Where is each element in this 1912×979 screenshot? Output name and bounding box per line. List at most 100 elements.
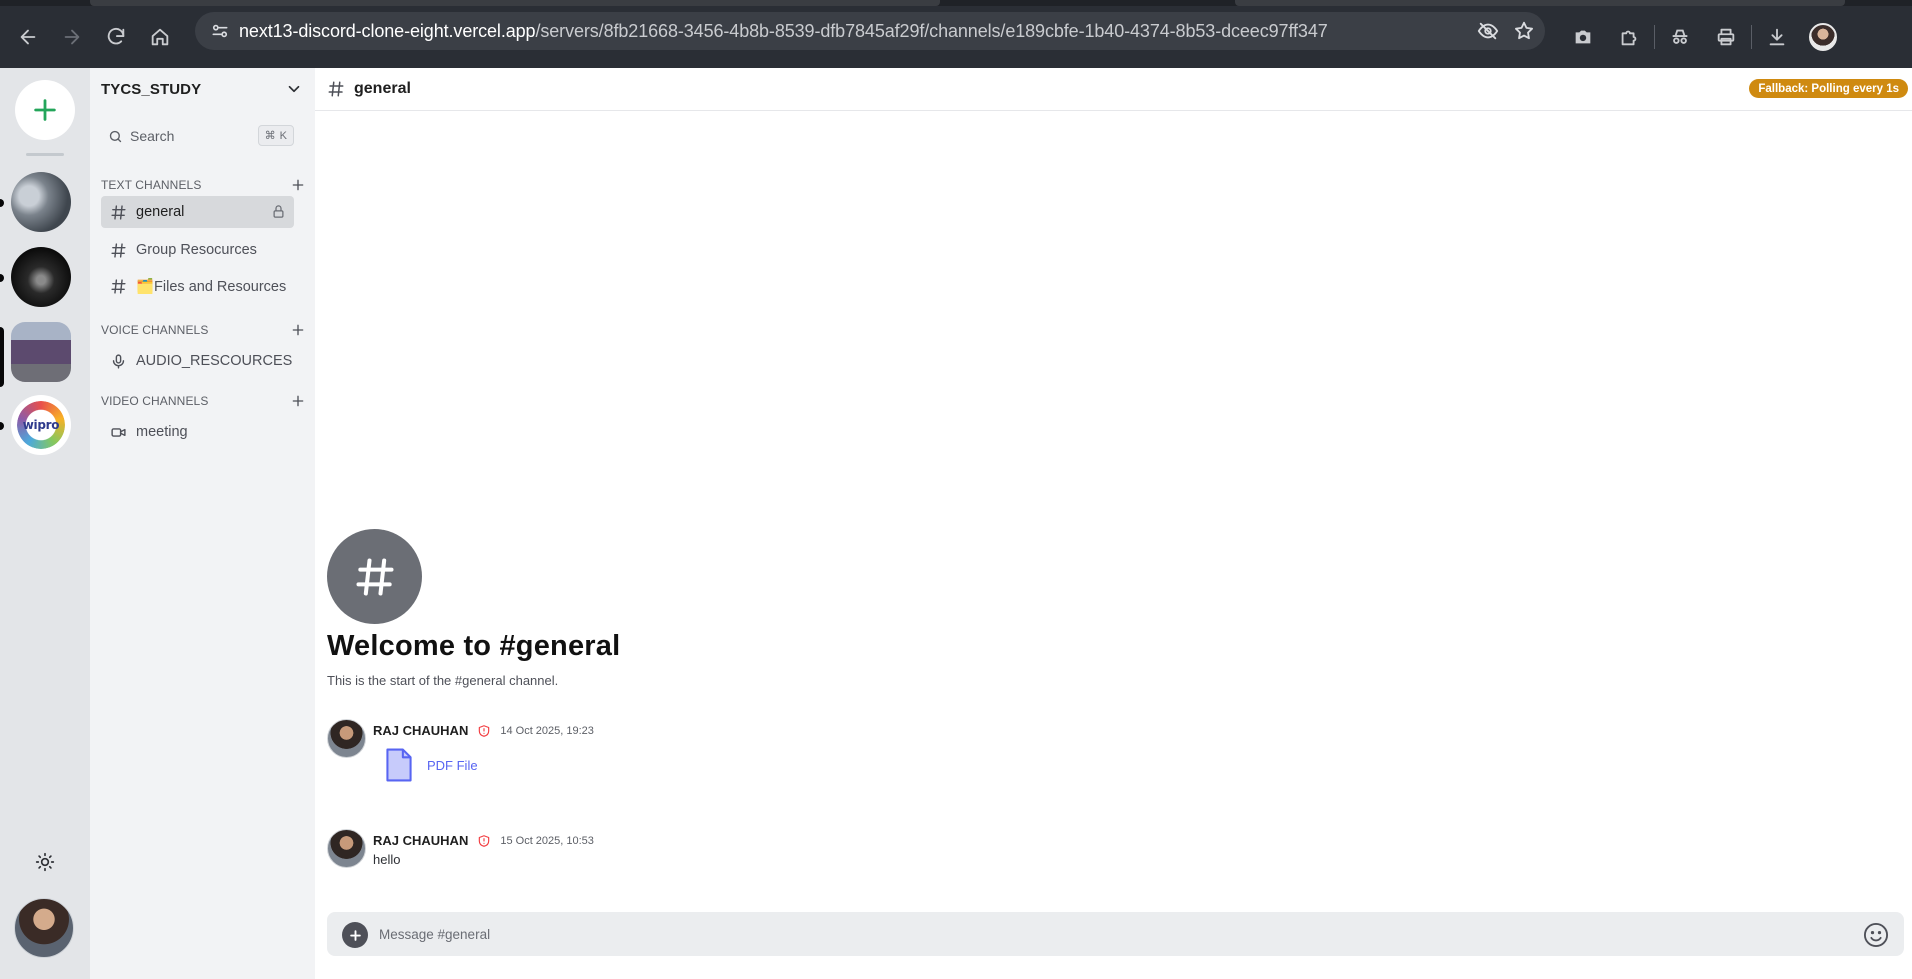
server-active-indicator: [0, 327, 4, 387]
hash-icon: [328, 81, 344, 97]
lock-icon: [273, 205, 284, 218]
server-icon[interactable]: [11, 247, 71, 307]
message-composer: [327, 912, 1904, 956]
video-channels-section: VIDEO CHANNELS: [101, 392, 306, 410]
screenshot-extension-button[interactable]: [1560, 15, 1606, 59]
shield-alert-icon: [479, 834, 490, 847]
server-indicator: [0, 199, 4, 207]
attach-file-button[interactable]: [342, 922, 368, 948]
channel-item-audio-rescources[interactable]: AUDIO_RESCOURCES: [101, 345, 294, 377]
address-bar[interactable]: next13-discord-clone-eight.vercel.app/se…: [195, 12, 1545, 50]
search-label: Search: [130, 128, 175, 144]
fallback-status-badge: Fallback: Polling every 1s: [1749, 79, 1908, 98]
downloads-button[interactable]: [1754, 15, 1800, 59]
server-icon-wipro[interactable]: wipro: [11, 395, 71, 455]
hash-icon: [111, 204, 126, 220]
message-timestamp: 14 Oct 2025, 19:23: [500, 724, 594, 737]
wipro-logo: wipro: [22, 418, 60, 432]
message-header: RAJ CHAUHAN 15 Oct 2025, 10:53: [373, 833, 594, 848]
text-channels-section: TEXT CHANNELS: [101, 176, 306, 194]
welcome-subtitle: This is the start of the #general channe…: [327, 673, 559, 688]
forward-button[interactable]: [50, 15, 94, 59]
channel-item-general[interactable]: general: [101, 196, 294, 228]
channel-item-files-and-resources[interactable]: 🗂️Files and Resources: [101, 270, 294, 302]
chevron-down-icon: [288, 85, 300, 93]
url-host: next13-discord-clone-eight.vercel.app: [239, 20, 536, 41]
section-title: VIDEO CHANNELS: [101, 394, 209, 408]
search-shortcut-badge: ⌘ K: [257, 125, 294, 146]
channel-label: meeting: [136, 424, 188, 440]
server-icon-active[interactable]: [11, 322, 71, 382]
profile-avatar: [1809, 23, 1837, 51]
file-icon: [386, 748, 412, 782]
search-icon: [109, 130, 122, 142]
emoji-smile-icon[interactable]: [1862, 921, 1890, 949]
chat-header: general Fallback: Polling every 1s: [315, 68, 1912, 111]
video-camera-icon: [111, 427, 126, 437]
add-channel-plus-icon[interactable]: [290, 322, 306, 338]
home-button[interactable]: [138, 15, 182, 59]
print-button[interactable]: [1703, 15, 1749, 59]
pdf-attachment-link[interactable]: PDF File: [427, 758, 478, 773]
section-title: VOICE CHANNELS: [101, 323, 209, 337]
server-indicator: [0, 422, 4, 430]
camera-icon: [1575, 30, 1591, 44]
server-icon[interactable]: [11, 172, 71, 232]
back-button[interactable]: [6, 15, 50, 59]
reload-icon: [107, 27, 125, 45]
search-shortcut-key: K: [279, 129, 287, 142]
home-icon: [151, 28, 169, 46]
theme-toggle-button[interactable]: [32, 849, 58, 875]
hash-icon: [111, 242, 126, 258]
star-icon[interactable]: [1513, 20, 1535, 42]
add-server-button[interactable]: [15, 80, 75, 140]
channel-search-button[interactable]: Search ⌘ K: [100, 121, 296, 151]
profile-button[interactable]: [1800, 15, 1846, 59]
message-text: hello: [373, 852, 401, 867]
server-header-button[interactable]: TYCS_STUDY: [90, 68, 315, 110]
welcome-hash-avatar: [327, 529, 422, 624]
shield-alert-icon: [479, 724, 490, 737]
message-item: RAJ CHAUHAN 15 Oct 2025, 10:53 hello: [327, 829, 927, 875]
add-channel-plus-icon[interactable]: [290, 393, 306, 409]
message-author-avatar[interactable]: [327, 719, 366, 758]
tune-icon: [212, 24, 228, 38]
channel-item-meeting[interactable]: meeting: [101, 416, 294, 448]
channel-item-group-resocurces[interactable]: Group Resocurces: [101, 234, 294, 266]
server-indicator: [0, 274, 4, 282]
message-timestamp: 15 Oct 2025, 10:53: [500, 834, 594, 847]
toolbar-divider: [1751, 25, 1752, 49]
puzzle-icon: [1621, 30, 1637, 46]
incognito-button[interactable]: [1657, 15, 1703, 59]
message-author-avatar[interactable]: [327, 829, 366, 868]
server-name: TYCS_STUDY: [101, 80, 202, 98]
add-channel-plus-icon[interactable]: [290, 177, 306, 193]
plus-icon: [349, 929, 361, 941]
arrow-right-icon: [64, 29, 80, 45]
message-header: RAJ CHAUHAN 14 Oct 2025, 19:23: [373, 723, 594, 738]
plus-icon: [34, 99, 56, 121]
user-avatar-button[interactable]: [14, 898, 74, 958]
eye-off-icon[interactable]: [1477, 20, 1499, 42]
command-key-icon: ⌘: [264, 130, 276, 142]
printer-icon: [1717, 28, 1735, 46]
url-text[interactable]: next13-discord-clone-eight.vercel.app/se…: [239, 21, 1328, 42]
discord-clone-app: wipro TYCS_STUDY Search ⌘ K TEXT CHANNELS…: [0, 68, 1912, 979]
download-icon: [1769, 28, 1785, 46]
message-author[interactable]: RAJ CHAUHAN: [373, 833, 468, 848]
server-rail: wipro: [0, 68, 90, 979]
message-input[interactable]: [379, 919, 1839, 949]
welcome-title: Welcome to #general: [327, 630, 621, 662]
chat-channel-title: general: [354, 80, 411, 97]
site-info-button[interactable]: [203, 17, 237, 45]
message-author[interactable]: RAJ CHAUHAN: [373, 723, 468, 738]
hash-icon: [355, 557, 394, 596]
channel-label: 🗂️Files and Resources: [136, 278, 287, 295]
channel-label: AUDIO_RESCOURCES: [136, 353, 293, 369]
section-title: TEXT CHANNELS: [101, 178, 202, 192]
pdf-attachment[interactable]: PDF File: [383, 747, 478, 783]
extensions-button[interactable]: [1606, 15, 1652, 59]
channel-label: Group Resocurces: [136, 242, 257, 258]
reload-button[interactable]: [94, 15, 138, 59]
channel-sidebar: TYCS_STUDY Search ⌘ K TEXT CHANNELS gener…: [90, 68, 315, 979]
